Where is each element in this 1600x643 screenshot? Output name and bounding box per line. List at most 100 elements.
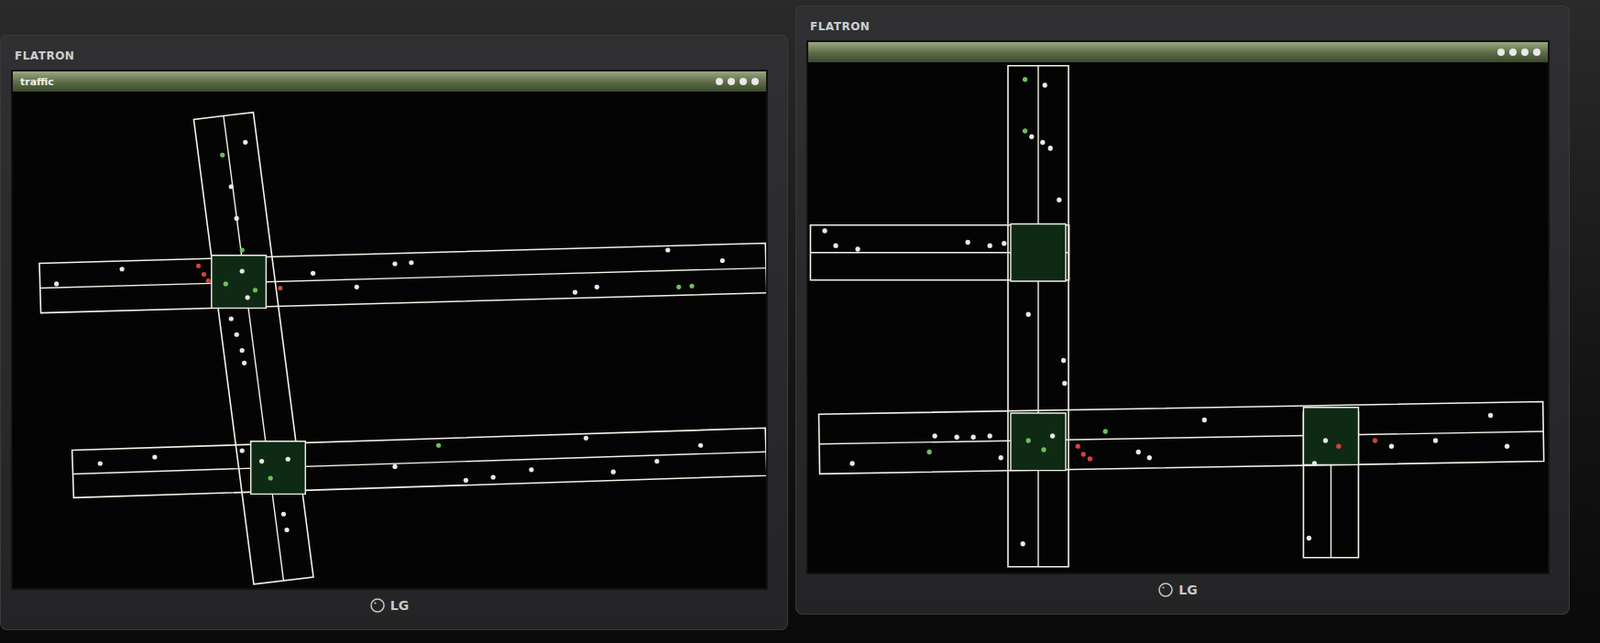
car-dot	[821, 228, 827, 234]
monitor-header: FLATRON	[10, 42, 768, 70]
car-dot	[152, 454, 157, 460]
car-dot	[245, 295, 251, 300]
monitor-footer: LG	[806, 574, 1550, 606]
car-dot	[463, 478, 469, 483]
car-dot	[953, 435, 959, 441]
car-dot	[1389, 444, 1394, 450]
car-dot	[594, 284, 600, 290]
logo-text: LG	[1178, 582, 1197, 598]
tray-icon[interactable]	[751, 77, 759, 86]
car-dot	[1048, 145, 1053, 152]
road	[818, 402, 1544, 475]
car-dot	[1026, 312, 1031, 318]
car-dot	[689, 284, 694, 289]
tray-icon[interactable]	[739, 77, 747, 86]
car-dot	[408, 260, 414, 265]
car-dot	[392, 464, 397, 470]
tray-icon[interactable]	[727, 77, 735, 86]
car-dot	[1022, 76, 1028, 83]
car-dot	[987, 433, 993, 439]
car-dot	[1075, 444, 1081, 450]
car-dot	[229, 184, 234, 189]
car-dot	[281, 512, 286, 517]
car-dot	[611, 470, 616, 475]
car-dot	[1020, 541, 1026, 548]
car-dot	[676, 284, 681, 290]
intersection	[1010, 413, 1066, 472]
car-dot	[528, 467, 534, 472]
car-dot	[1061, 358, 1066, 364]
car-dot	[926, 449, 932, 456]
car-dot	[268, 476, 274, 482]
car-dot	[285, 457, 291, 462]
car-dot	[241, 361, 247, 366]
car-dot	[259, 459, 264, 464]
car-dot	[1041, 447, 1046, 453]
tray-icon[interactable]	[1533, 48, 1541, 56]
car-dot	[242, 140, 248, 145]
brand-label: FLATRON	[14, 49, 75, 63]
intersection	[211, 255, 267, 309]
car-dot	[1029, 134, 1034, 141]
intersection	[1010, 223, 1066, 282]
tray-icon[interactable]	[715, 77, 724, 86]
car-dot	[98, 460, 103, 466]
car-dot	[1202, 417, 1207, 424]
car-dot	[1306, 536, 1312, 542]
car-dot	[284, 527, 289, 533]
brand-label: FLATRON	[810, 20, 870, 33]
car-dot	[665, 247, 670, 253]
road	[72, 427, 767, 498]
tray	[715, 77, 759, 86]
monitor: FLATRON LG	[795, 5, 1570, 615]
car-dot	[964, 240, 970, 246]
car-dot	[201, 272, 207, 277]
car-dot	[1336, 444, 1341, 450]
car-dot	[354, 284, 360, 290]
car-dot	[698, 443, 703, 449]
car-dot	[998, 455, 1004, 461]
car-dot	[572, 290, 578, 296]
car-dot	[234, 332, 240, 338]
tray-icon[interactable]	[1497, 48, 1505, 56]
monitor: FLATRONtrafficLG	[0, 34, 789, 631]
lg-logo-icon	[370, 598, 385, 614]
car-dot	[392, 261, 397, 266]
lg-logo-icon	[1158, 582, 1173, 598]
car-dot	[1062, 381, 1067, 387]
car-dot	[583, 436, 589, 441]
monitor-header: FLATRON	[806, 12, 1550, 41]
car-dot	[1103, 428, 1108, 435]
car-dot	[240, 348, 245, 353]
car-dot	[229, 316, 234, 321]
car-dot	[1087, 456, 1093, 462]
car-dot	[1433, 438, 1438, 444]
car-dot	[1026, 438, 1031, 444]
road	[1008, 65, 1069, 568]
car-dot	[849, 460, 855, 467]
traffic-canvas	[808, 62, 1548, 573]
road	[193, 112, 314, 585]
photo: FLATRONtrafficLGFLATRONLG	[0, 0, 1600, 643]
intersection	[1303, 407, 1359, 466]
car-dot	[1488, 413, 1493, 419]
car-dot	[240, 449, 245, 454]
tray-icon[interactable]	[1509, 48, 1517, 56]
car-dot	[240, 269, 245, 274]
car-dot	[1040, 140, 1045, 146]
car-dot	[252, 287, 258, 293]
car-dot	[1001, 241, 1007, 247]
car-dot	[54, 281, 59, 286]
car-dot	[240, 247, 245, 253]
tray-icon[interactable]	[1521, 48, 1529, 56]
car-dot	[206, 278, 211, 284]
car-dot	[223, 281, 229, 286]
car-dot	[987, 243, 993, 250]
title-bar	[808, 42, 1548, 63]
car-dot	[832, 243, 838, 250]
car-dot	[1056, 197, 1062, 203]
car-dot	[234, 216, 240, 221]
car-dot	[219, 153, 225, 158]
screen	[806, 40, 1550, 575]
car-dot	[310, 271, 316, 276]
